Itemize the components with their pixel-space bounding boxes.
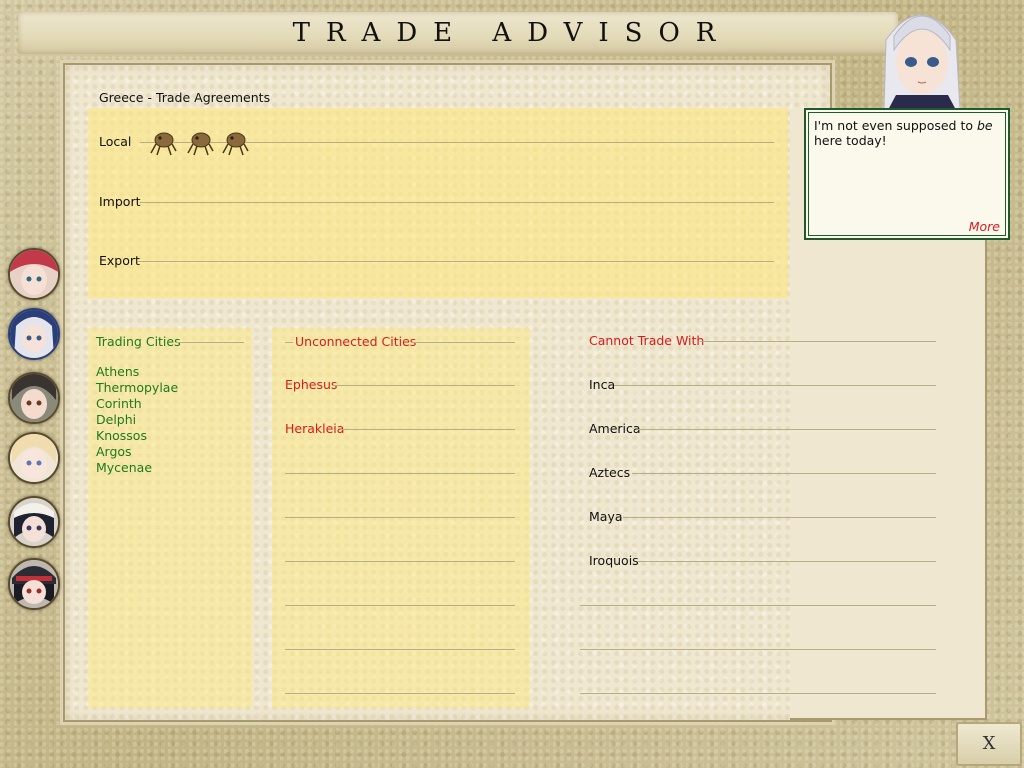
cannot-trade-item[interactable]: Inca: [589, 377, 615, 393]
unconnected-title-line: [412, 342, 515, 343]
cannot-trade-item[interactable]: Iroquois: [589, 553, 639, 569]
advisor-avatar-dark[interactable]: [8, 372, 60, 424]
trading-city-item[interactable]: Mycenae: [96, 460, 152, 476]
export-line: [138, 261, 774, 262]
advisor-speech-text: I'm not even supposed to be here today!: [814, 118, 993, 148]
cannot-trade-item[interactable]: America: [589, 421, 641, 437]
advisor-avatar-hat[interactable]: [8, 496, 60, 548]
advisor-avatar-red[interactable]: [8, 248, 60, 300]
trading-city-item[interactable]: Delphi: [96, 412, 136, 428]
cannot-trade-item[interactable]: Maya: [589, 509, 623, 525]
agreement-row-export: Export: [99, 253, 140, 268]
more-link[interactable]: More: [969, 219, 1000, 234]
advisor-portrait: [883, 14, 961, 110]
advisor-avatar-silver[interactable]: [8, 308, 60, 360]
crab-icon[interactable]: [150, 132, 177, 156]
cannot-trade-line: [623, 517, 936, 518]
trading-city-item[interactable]: Argos: [96, 444, 132, 460]
cannot-trade-item[interactable]: Aztecs: [589, 465, 630, 481]
trading-city-item[interactable]: Thermopylae: [96, 380, 178, 396]
local-resources: [150, 132, 249, 156]
unconnected-line: [285, 473, 515, 474]
advisor-avatar-military[interactable]: [8, 558, 60, 610]
cannot-trade-line: [637, 561, 936, 562]
unconnected-city-item[interactable]: Ephesus: [285, 377, 337, 393]
trading-cities-title: Trading Cities: [96, 334, 181, 349]
unconnected-cities-title: Unconnected Cities: [295, 334, 417, 349]
unconnected-line: [285, 605, 515, 606]
crab-icon[interactable]: [222, 132, 249, 156]
agreements-heading: Greece - Trade Agreements: [99, 90, 271, 105]
cannot-trade-title: Cannot Trade With: [589, 333, 705, 348]
cannot-trade-title-line: [700, 341, 936, 342]
trading-city-item[interactable]: Corinth: [96, 396, 142, 412]
unconnected-line: [340, 429, 515, 430]
cannot-trade-line: [638, 429, 936, 430]
cannot-trade-line: [580, 649, 936, 650]
trading-city-item[interactable]: Knossos: [96, 428, 147, 444]
unconnected-line: [332, 385, 515, 386]
unconnected-title-line-left: [285, 342, 293, 343]
close-icon: X: [982, 733, 996, 754]
crab-icon[interactable]: [187, 132, 214, 156]
unconnected-line: [285, 517, 515, 518]
unconnected-line: [285, 649, 515, 650]
cannot-trade-line: [580, 693, 936, 694]
unconnected-city-item[interactable]: Herakleia: [285, 421, 344, 437]
close-button[interactable]: X: [956, 722, 1022, 766]
trading-title-line: [176, 342, 244, 343]
advisor-speech-box: I'm not even supposed to be here today! …: [804, 108, 1010, 240]
unconnected-line: [285, 693, 515, 694]
cannot-trade-line: [632, 473, 936, 474]
trading-city-item[interactable]: Athens: [96, 364, 139, 380]
advisor-avatar-blonde[interactable]: [8, 432, 60, 484]
agreement-row-local: Local: [99, 134, 132, 149]
cannot-trade-line: [614, 385, 936, 386]
unconnected-line: [285, 561, 515, 562]
cannot-trade-line: [580, 605, 936, 606]
agreement-row-import: Import: [99, 194, 141, 209]
import-line: [140, 202, 774, 203]
